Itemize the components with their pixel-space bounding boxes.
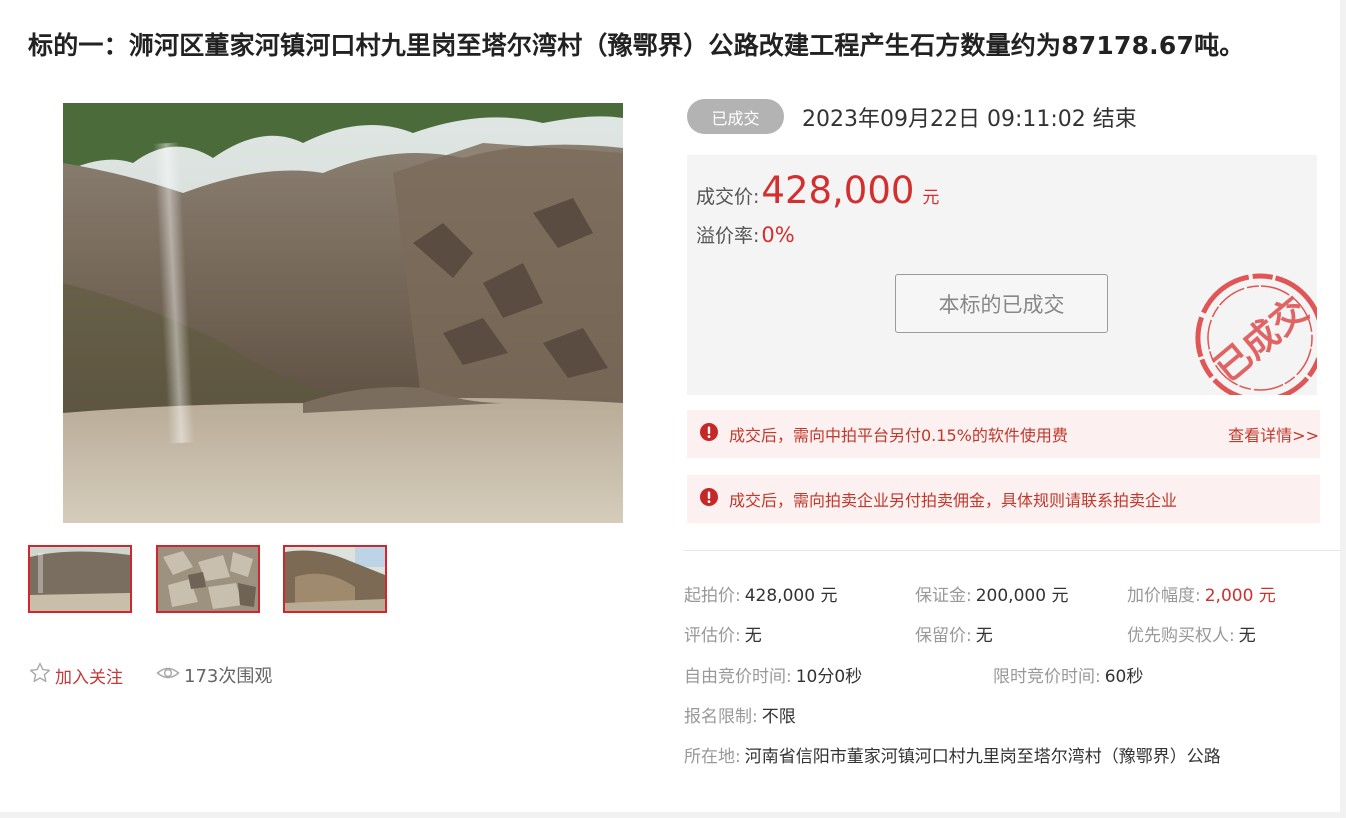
preemption-holder: 优先购买权人: 无 bbox=[1127, 621, 1256, 646]
status-badge: 已成交 bbox=[687, 99, 784, 134]
bid-increment-value: 2,000 元 bbox=[1204, 586, 1276, 606]
end-time: 2023年09月22日 09:11:02 结束 bbox=[802, 107, 1137, 132]
preemption-holder-label: 优先购买权人: bbox=[1127, 626, 1235, 646]
reserve-price-value: 无 bbox=[975, 626, 993, 646]
view-details-link[interactable]: 查看详情>> bbox=[1228, 422, 1319, 446]
auction-page: 标的一：浉河区董家河镇河口村九里岗至塔尔湾村（豫鄂界）公路改建工程产生石方数量约… bbox=[0, 0, 1340, 812]
free-bid-time-value: 10分0秒 bbox=[795, 667, 863, 687]
premium-rate-label: 溢价率: bbox=[696, 225, 760, 247]
deposit-value: 200,000 元 bbox=[975, 586, 1069, 606]
starting-price-value: 428,000 元 bbox=[744, 586, 838, 606]
bid-increment-label: 加价幅度: bbox=[1127, 586, 1201, 606]
follow-label: 加入关注 bbox=[55, 667, 123, 688]
sold-button[interactable]: 本标的已成交 bbox=[895, 274, 1108, 333]
registration-limit-value: 不限 bbox=[761, 707, 796, 727]
follow-button[interactable]: 加入关注 bbox=[28, 661, 123, 689]
premium-rate-row: 溢价率: 0% bbox=[696, 221, 795, 248]
reserve-price-label: 保留价: bbox=[915, 626, 972, 646]
reserve-price: 保留价: 无 bbox=[915, 621, 993, 646]
location: 所在地: 河南省信阳市董家河镇河口村九里岗至塔尔湾村（豫鄂界）公路 bbox=[684, 742, 1221, 767]
view-count: 173次围观 bbox=[156, 663, 272, 687]
limited-bid-time: 限时竞价时间: 60秒 bbox=[993, 662, 1143, 687]
svg-text:已成交: 已成交 bbox=[1206, 289, 1316, 391]
bid-increment: 加价幅度: 2,000 元 bbox=[1127, 581, 1276, 606]
page-title: 标的一：浉河区董家河镇河口村九里岗至塔尔湾村（豫鄂界）公路改建工程产生石方数量约… bbox=[28, 31, 1245, 60]
registration-limit-label: 报名限制: bbox=[684, 707, 758, 727]
location-label: 所在地: bbox=[684, 747, 741, 767]
deal-price-value: 428,000 bbox=[761, 169, 915, 212]
deal-price-label: 成交价: bbox=[696, 186, 760, 208]
deal-price-unit: 元 bbox=[922, 188, 940, 208]
preemption-holder-value: 无 bbox=[1238, 626, 1256, 646]
limited-bid-time-label: 限时竞价时间: bbox=[993, 667, 1101, 687]
deposit-label: 保证金: bbox=[915, 586, 972, 606]
notice-text: 成交后，需向中拍平台另付0.15%的软件使用费 bbox=[729, 426, 1068, 445]
limited-bid-time-value: 60秒 bbox=[1104, 667, 1144, 687]
free-bid-time: 自由竞价时间: 10分0秒 bbox=[684, 662, 862, 687]
alert-icon bbox=[699, 422, 719, 446]
premium-rate-value: 0% bbox=[761, 223, 795, 247]
price-panel: 成交价: 428,000 元 溢价率: 0% 本标的已成交 已成交 bbox=[687, 155, 1317, 395]
registration-limit: 报名限制: 不限 bbox=[684, 702, 796, 727]
views-label: 173次围观 bbox=[184, 666, 273, 687]
star-icon bbox=[28, 661, 52, 689]
appraisal-price-value: 无 bbox=[744, 626, 762, 646]
appraisal-price-label: 评估价: bbox=[684, 626, 741, 646]
notice-software-fee: 成交后，需向中拍平台另付0.15%的软件使用费 查看详情>> bbox=[687, 410, 1320, 458]
sold-stamp: 已成交 bbox=[1185, 263, 1317, 395]
thumbnail-2[interactable] bbox=[156, 545, 260, 613]
thumbnail-1[interactable] bbox=[28, 545, 132, 613]
main-photo bbox=[63, 103, 623, 523]
deposit: 保证金: 200,000 元 bbox=[915, 581, 1068, 606]
notice-commission: 成交后，需向拍卖企业另付拍卖佣金，具体规则请联系拍卖企业 bbox=[687, 475, 1320, 523]
deal-price-row: 成交价: 428,000 元 bbox=[696, 169, 939, 212]
alert-icon bbox=[699, 487, 719, 511]
appraisal-price: 评估价: 无 bbox=[684, 621, 762, 646]
free-bid-time-label: 自由竞价时间: bbox=[684, 667, 792, 687]
divider bbox=[684, 550, 1340, 551]
starting-price: 起拍价: 428,000 元 bbox=[684, 581, 837, 606]
starting-price-label: 起拍价: bbox=[684, 586, 741, 606]
location-value: 河南省信阳市董家河镇河口村九里岗至塔尔湾村（豫鄂界）公路 bbox=[744, 747, 1221, 767]
eye-icon bbox=[156, 661, 180, 689]
notice-text: 成交后，需向拍卖企业另付拍卖佣金，具体规则请联系拍卖企业 bbox=[729, 491, 1178, 510]
thumbnail-3[interactable] bbox=[283, 545, 387, 613]
